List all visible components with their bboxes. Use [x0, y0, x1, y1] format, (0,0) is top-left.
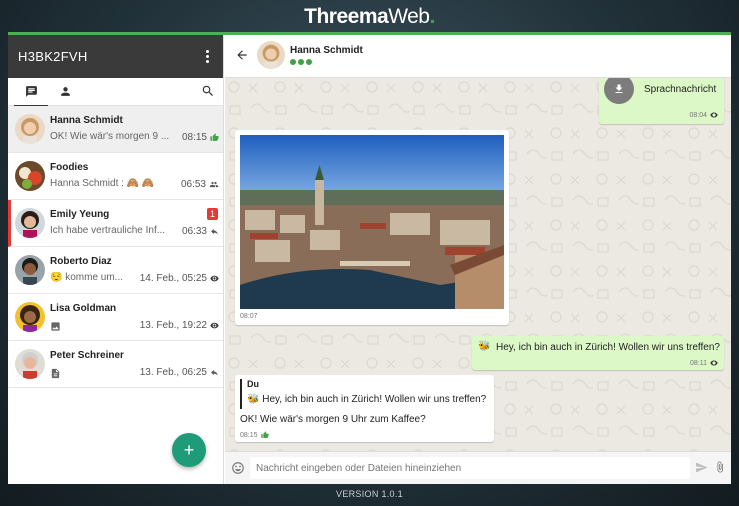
- conversation-preview: Ich habe vertrauliche Inf...: [50, 225, 166, 236]
- conversation-time: 06:53: [180, 179, 206, 190]
- contact-avatar[interactable]: [257, 41, 285, 69]
- tab-contacts[interactable]: [48, 78, 82, 106]
- chat-panel: Hanna Schmidt Sprachnachricht 08:04 08:0…: [225, 35, 731, 484]
- conversation-preview: OK! Wie wär's morgen 9 ...: [50, 131, 170, 142]
- conversation-list: Hanna Schmidt OK! Wie wär's morgen 9 ...…: [8, 106, 223, 388]
- app-window: H3BK2FVH Hanna Schmidt OK! Wie wär's mor…: [8, 32, 731, 484]
- threema-web-logo: ThreemaWeb.: [304, 5, 435, 28]
- conversation-meta: 06:33: [182, 226, 219, 237]
- new-conversation-button[interactable]: +: [172, 433, 206, 467]
- conversation-time: 13. Feb., 19:22: [139, 320, 207, 331]
- avatar: [15, 114, 45, 144]
- unread-badge: 1: [206, 208, 218, 220]
- conversation-name: Roberto Diaz: [50, 256, 112, 267]
- conversation-item[interactable]: Hanna Schmidt OK! Wie wär's morgen 9 ...…: [8, 106, 223, 153]
- download-icon: [615, 84, 623, 93]
- file-icon: [50, 366, 61, 384]
- avatar: [15, 161, 45, 191]
- message-bubble-quote[interactable]: Du 🐝 Hey, ich bin auch in Zürich! Wollen…: [235, 375, 494, 442]
- voice-message-label: Sprachnachricht: [644, 84, 717, 95]
- send-icon: [696, 462, 708, 473]
- avatar: [15, 302, 45, 332]
- conversation-item[interactable]: Roberto Diaz 😌 komme um... 14. Feb., 05:…: [8, 247, 223, 294]
- search-icon: [202, 85, 213, 96]
- conversation-name: Lisa Goldman: [50, 303, 117, 314]
- eye-icon: [710, 360, 718, 366]
- message-bubble-voice[interactable]: Sprachnachricht 08:04: [599, 78, 724, 124]
- avatar: [15, 208, 45, 238]
- image-icon: [50, 319, 61, 337]
- verification-level: [290, 59, 312, 65]
- bee-emoji-icon: 🐝: [247, 394, 260, 405]
- conversation-item[interactable]: Foodies Hanna Schmidt : 🙈 🙈 06:53: [8, 153, 223, 200]
- search-button[interactable]: [201, 84, 215, 103]
- bee-emoji-icon: 🐝: [478, 341, 491, 352]
- message-time: 08:07: [240, 313, 258, 320]
- message-time: 08:15: [240, 431, 269, 439]
- conversation-time: 08:15: [181, 132, 207, 143]
- sidebar-header: H3BK2FVH: [8, 35, 223, 78]
- eye-icon: [710, 112, 718, 118]
- download-button[interactable]: [604, 78, 634, 104]
- message-text: Hey, ich bin auch in Zürich! Wollen wir …: [496, 342, 720, 353]
- quote-line: 🐝 Hey, ich bin auch in Zürich! Wollen wi…: [247, 394, 487, 405]
- attach-button[interactable]: [714, 459, 726, 480]
- conversation-item[interactable]: Emily Yeung 1 Ich habe vertrauliche Inf.…: [8, 200, 223, 247]
- message-list: Sprachnachricht 08:04 08:07 🐝 Hey, ich b…: [225, 78, 731, 451]
- conversation-meta: 14. Feb., 05:25: [140, 273, 219, 284]
- smiley-icon: [232, 462, 244, 474]
- thumbs-up-icon: [210, 133, 219, 141]
- sidebar-tabs: [8, 78, 223, 107]
- conversation-meta: 13. Feb., 06:25: [140, 367, 219, 378]
- chat-header: Hanna Schmidt: [225, 35, 731, 78]
- reply-icon: [211, 228, 218, 235]
- conversation-time: 06:33: [181, 226, 207, 237]
- quote-block: Du 🐝 Hey, ich bin auch in Zürich! Wollen…: [240, 379, 487, 409]
- paperclip-icon: [717, 461, 723, 473]
- conversation-time: 13. Feb., 06:25: [139, 367, 207, 378]
- quote-text: Hey, ich bin auch in Zürich! Wollen wir …: [262, 394, 487, 405]
- eye-icon: [210, 275, 219, 282]
- conversation-item[interactable]: Peter Schreiner 13. Feb., 06:25: [8, 341, 223, 388]
- message-text: OK! Wie wär's morgen 9 Uhr zum Kaffee?: [240, 414, 426, 425]
- thumbs-up-icon: [260, 431, 269, 438]
- avatar: [15, 255, 45, 285]
- conversation-name: Emily Yeung: [50, 209, 110, 220]
- conversation-meta: 13. Feb., 19:22: [140, 320, 219, 331]
- arrow-left-icon: [237, 50, 247, 60]
- menu-icon[interactable]: [203, 47, 212, 66]
- chat-icon: [25, 86, 37, 97]
- contact-name[interactable]: Hanna Schmidt: [290, 45, 363, 56]
- quote-author: Du: [247, 379, 259, 389]
- message-image[interactable]: [240, 135, 504, 309]
- conversation-item[interactable]: Lisa Goldman 13. Feb., 19:22: [8, 294, 223, 341]
- person-icon: [60, 87, 70, 96]
- message-bubble-image[interactable]: 08:07: [235, 130, 509, 325]
- conversation-preview: 😌 komme um...: [50, 272, 124, 283]
- conversation-name: Peter Schreiner: [50, 350, 124, 361]
- sidebar: H3BK2FVH Hanna Schmidt OK! Wie wär's mor…: [8, 35, 224, 484]
- conversation-meta: 06:53: [181, 179, 219, 190]
- conversation-preview: Hanna Schmidt : 🙈 🙈: [50, 178, 155, 189]
- emoji-button[interactable]: [231, 461, 245, 480]
- conversation-name: Foodies: [50, 162, 89, 173]
- eye-icon: [210, 322, 219, 329]
- message-input[interactable]: [250, 457, 690, 479]
- tab-conversations[interactable]: [14, 78, 48, 107]
- message-time: 08:04: [689, 111, 718, 119]
- threema-id: H3BK2FVH: [18, 49, 88, 64]
- group-icon: [209, 181, 219, 188]
- back-button[interactable]: [235, 48, 249, 67]
- conversation-name: Hanna Schmidt: [50, 115, 123, 126]
- version-label: VERSION 1.0.1: [336, 489, 403, 499]
- avatar: [15, 349, 45, 379]
- conversation-meta: 08:15: [182, 132, 219, 143]
- composer: [225, 451, 731, 484]
- reply-icon: [211, 369, 218, 376]
- send-button[interactable]: [695, 461, 708, 479]
- message-time: 08:11: [690, 359, 718, 367]
- conversation-time: 14. Feb., 05:25: [139, 273, 207, 284]
- message-bubble-text[interactable]: 🐝 Hey, ich bin auch in Zürich! Wollen wi…: [472, 336, 724, 370]
